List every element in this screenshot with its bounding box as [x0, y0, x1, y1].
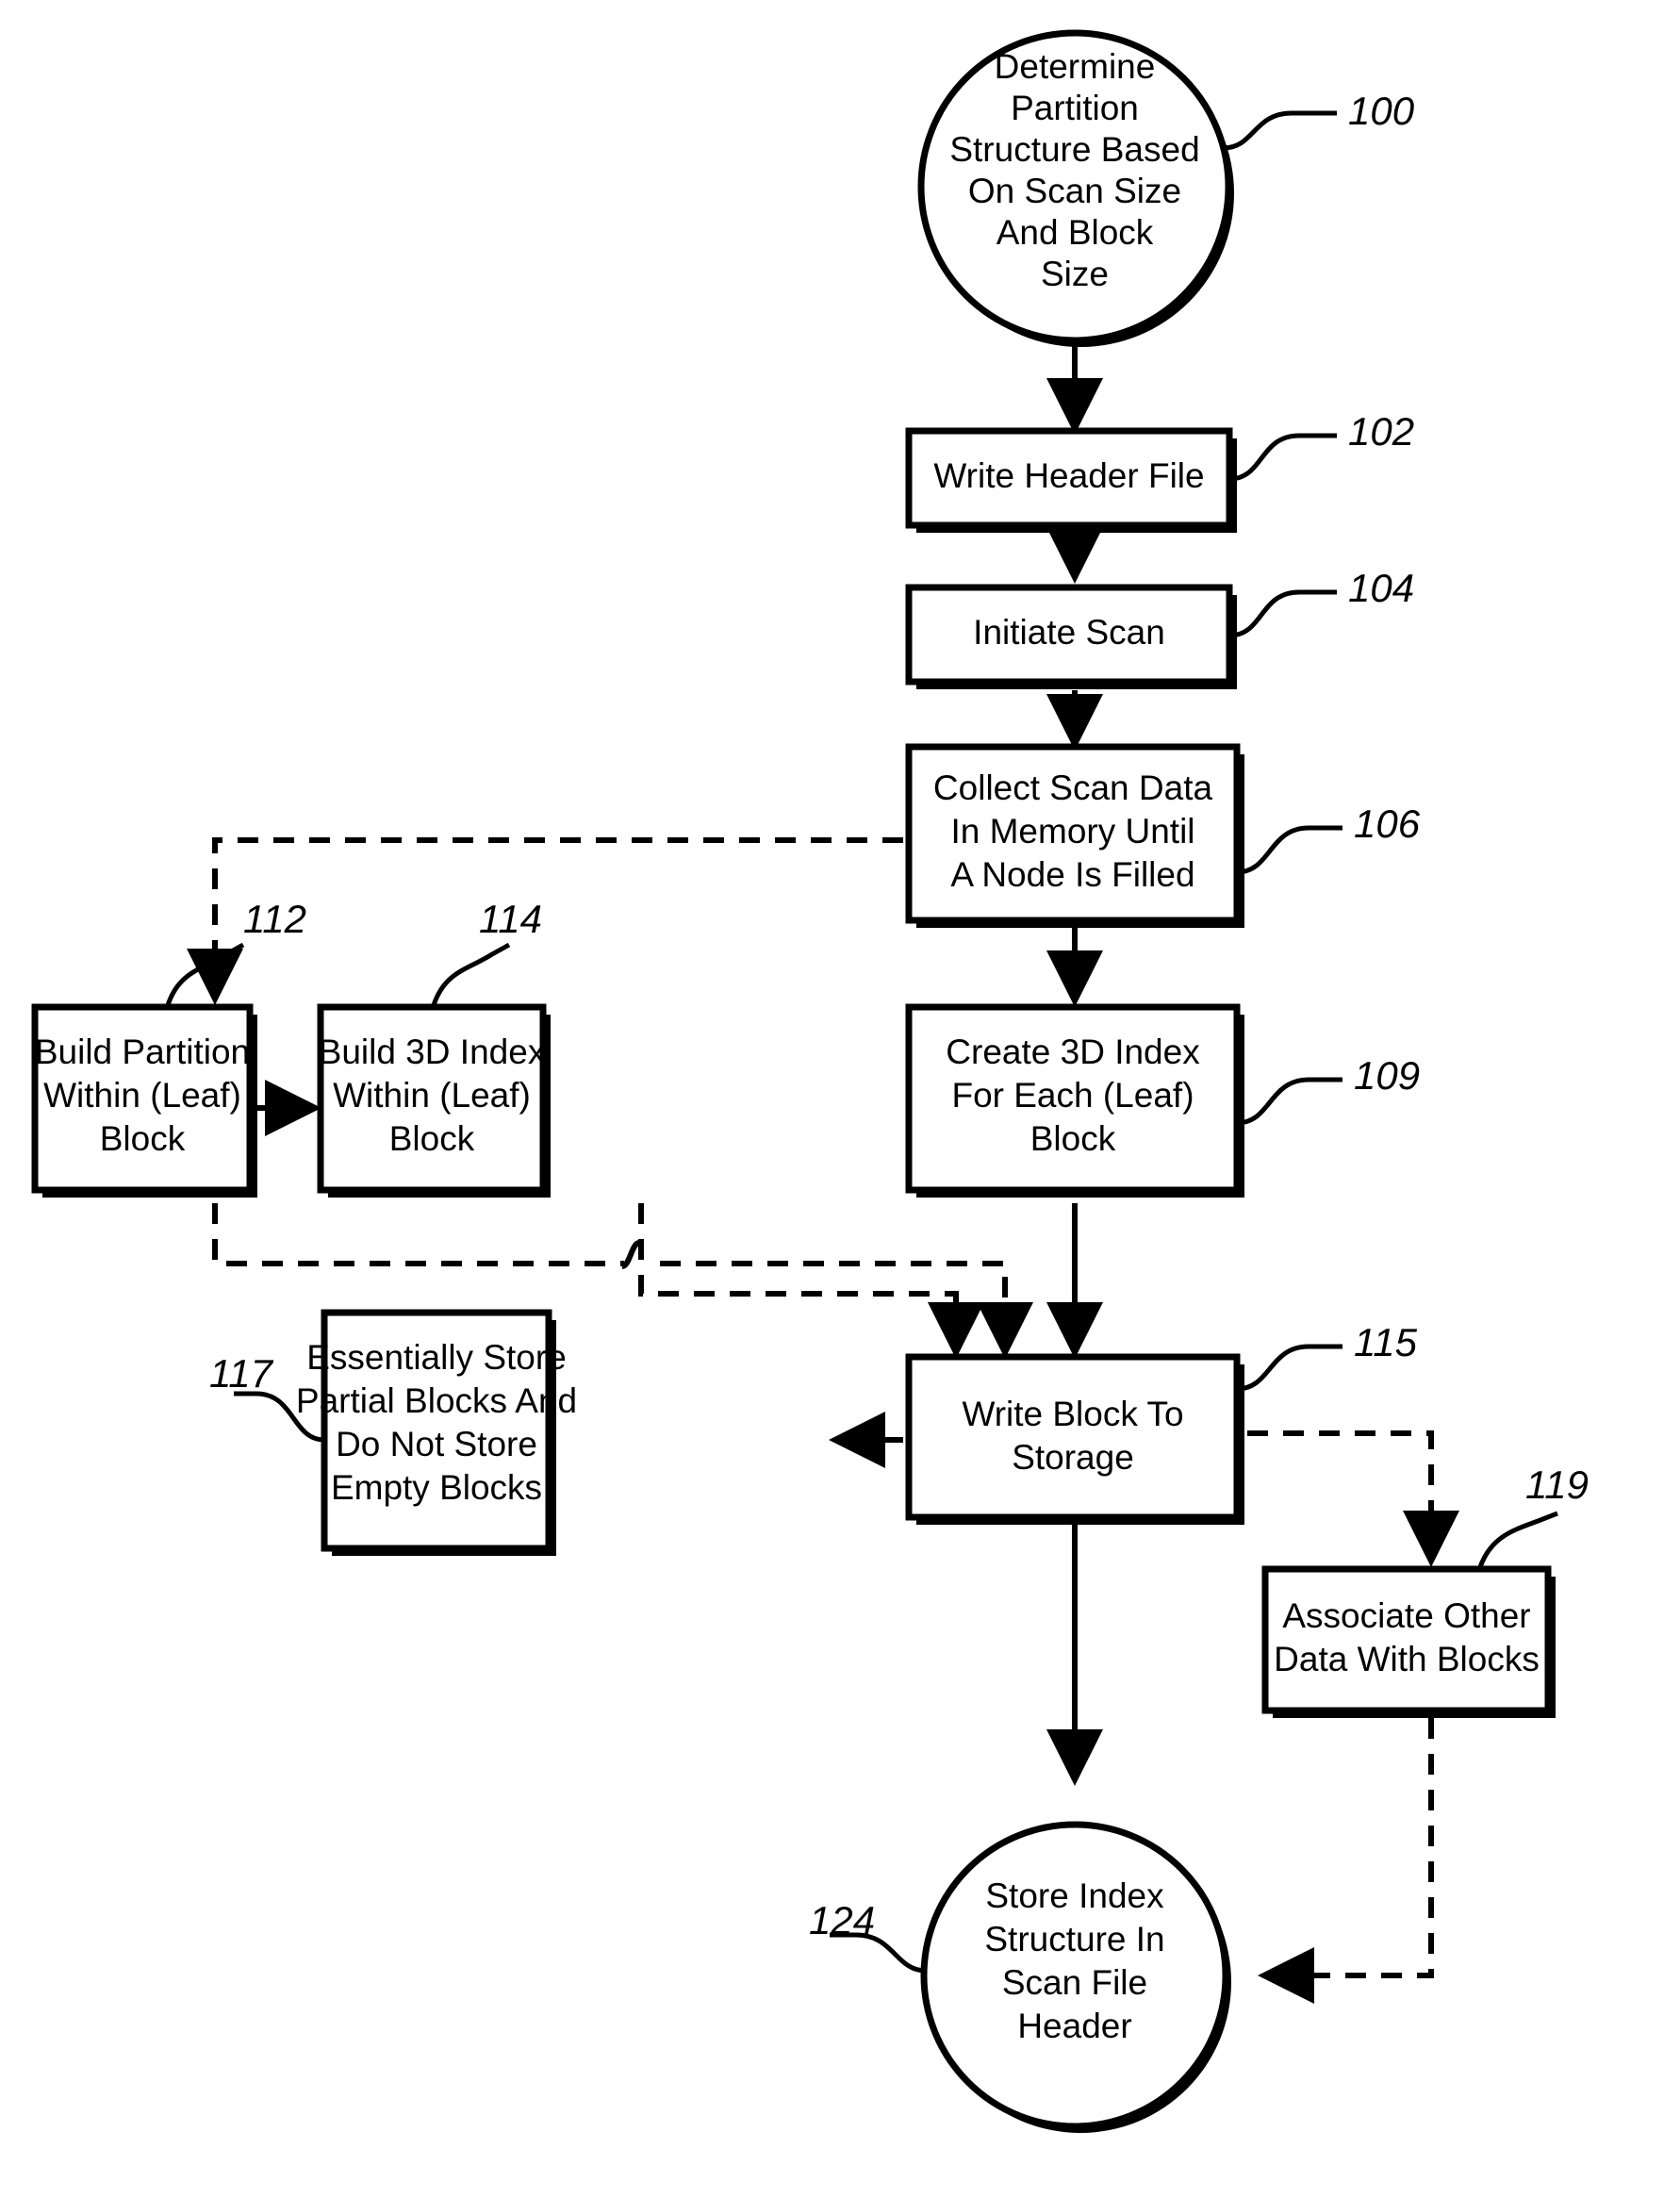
ref-label-124: 124 — [809, 1898, 927, 1974]
svg-text:114: 114 — [479, 897, 542, 941]
svg-text:109: 109 — [1354, 1053, 1420, 1098]
ref-label-112: 112 — [165, 897, 306, 1006]
node-119-line-1: Associate Other — [1282, 1596, 1530, 1635]
node-102-line-1: Write Header File — [933, 456, 1204, 495]
ref-label-104: 104 — [1228, 566, 1414, 638]
ref-label-115: 115 — [1236, 1320, 1418, 1392]
node-build-partition-within-leaf-block[interactable]: Build Partition Within (Leaf) Block — [31, 1003, 257, 1198]
node-100-line-1: Determine — [995, 47, 1156, 86]
node-collect-scan-data[interactable]: Collect Scan Data In Memory Until A Node… — [905, 743, 1244, 928]
node-106-line-3: A Node Is Filled — [950, 855, 1194, 894]
ref-label-106: 106 — [1236, 802, 1421, 875]
node-117-line-2: Partial Blocks And — [296, 1381, 577, 1420]
ref-label-100: 100 — [1223, 89, 1415, 151]
node-create-3d-index-for-each-leaf-block[interactable]: Create 3D Index For Each (Leaf) Block — [905, 1003, 1244, 1198]
svg-text:106: 106 — [1354, 802, 1421, 846]
node-determine-partition-structure[interactable]: Determine Partition Structure Based On S… — [917, 29, 1234, 347]
node-106-line-2: In Memory Until — [950, 812, 1194, 851]
svg-text:112: 112 — [243, 897, 306, 941]
node-109-line-2: For Each (Leaf) — [951, 1076, 1194, 1115]
edge-106-to-112 — [187, 837, 903, 1005]
figure-canvas: Determine Partition Structure Based On S… — [0, 0, 1680, 2198]
node-112-line-2: Within (Leaf) — [43, 1076, 241, 1115]
node-associate-other-data-with-blocks[interactable]: Associate Other Data With Blocks — [1261, 1565, 1556, 1718]
node-100-line-3: Structure Based — [949, 130, 1199, 169]
node-initiate-scan[interactable]: Initiate Scan — [905, 584, 1237, 689]
edge-115-to-119 — [1247, 1430, 1459, 1567]
node-build-3d-index-within-leaf-block[interactable]: Build 3D Index Within (Leaf) Block — [317, 1003, 551, 1198]
svg-text:117: 117 — [209, 1351, 274, 1396]
node-106-line-1: Collect Scan Data — [933, 768, 1213, 807]
node-117-line-4: Empty Blocks — [331, 1468, 542, 1507]
node-109-line-1: Create 3D Index — [946, 1033, 1200, 1071]
node-112-line-3: Block — [100, 1119, 186, 1158]
node-write-block-to-storage[interactable]: Write Block To Storage — [905, 1353, 1244, 1525]
ref-label-102: 102 — [1228, 409, 1414, 482]
node-112-line-1: Build Partition — [35, 1033, 250, 1071]
svg-text:119: 119 — [1525, 1463, 1589, 1507]
node-117-line-1: Essentially Store — [306, 1338, 567, 1377]
node-115-line-1: Write Block To — [962, 1395, 1183, 1433]
edge-114-to-115 — [638, 1203, 984, 1359]
svg-text:100: 100 — [1348, 89, 1415, 133]
node-119-line-2: Data With Blocks — [1274, 1640, 1540, 1678]
node-114-line-1: Build 3D Index — [319, 1033, 546, 1071]
svg-text:115: 115 — [1354, 1320, 1418, 1364]
node-100-line-4: On Scan Size — [968, 172, 1181, 210]
svg-text:104: 104 — [1348, 566, 1414, 610]
svg-text:124: 124 — [809, 1898, 875, 1942]
flowchart-svg: Determine Partition Structure Based On S… — [31, 29, 1589, 2133]
node-store-index-structure-in-scan-file-header[interactable]: Store Index Structure In Scan File Heade… — [920, 1821, 1231, 2133]
edge-119-to-124 — [1258, 1718, 1434, 2004]
node-124-line-3: Scan File — [1002, 1963, 1147, 2002]
node-117-line-3: Do Not Store — [336, 1425, 537, 1463]
node-write-header-file[interactable]: Write Header File — [905, 427, 1237, 533]
node-104-line-1: Initiate Scan — [973, 613, 1165, 652]
ref-label-109: 109 — [1236, 1053, 1420, 1126]
node-124-line-2: Structure In — [984, 1920, 1164, 1958]
node-100-line-2: Partition — [1011, 89, 1139, 127]
svg-text:102: 102 — [1348, 409, 1414, 454]
node-124-line-1: Store Index — [985, 1876, 1164, 1915]
ref-label-114: 114 — [431, 897, 542, 1006]
node-100-line-5: And Block — [996, 213, 1154, 252]
node-114-line-2: Within (Leaf) — [333, 1076, 531, 1115]
node-100-line-6: Size — [1041, 255, 1109, 293]
node-109-line-3: Block — [1030, 1119, 1116, 1158]
node-115-line-2: Storage — [1012, 1438, 1134, 1477]
ref-label-119: 119 — [1477, 1463, 1589, 1568]
node-124-line-4: Header — [1017, 2007, 1131, 2045]
node-essentially-store-partial-blocks[interactable]: Essentially Store Partial Blocks And Do … — [296, 1309, 577, 1556]
node-114-line-3: Block — [389, 1119, 475, 1158]
